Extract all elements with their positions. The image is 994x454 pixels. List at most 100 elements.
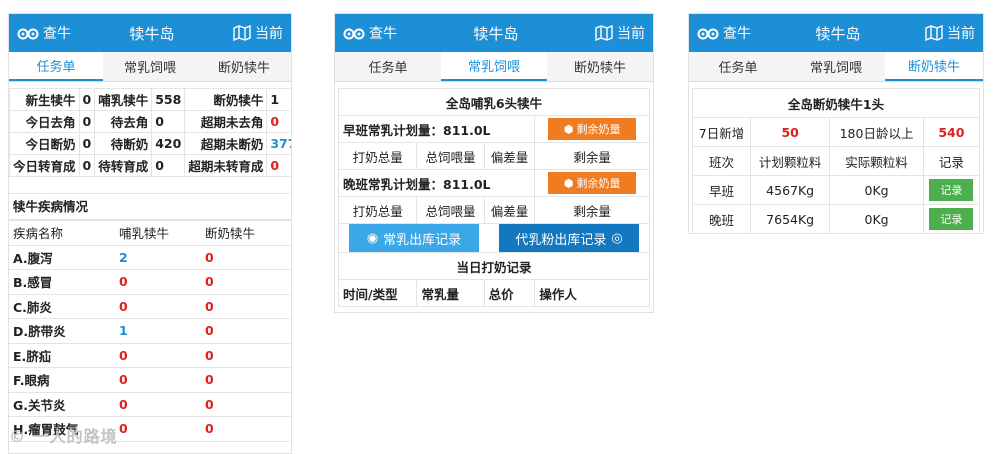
morning-remain-button[interactable]: ⬢ 剩余奶量	[548, 118, 637, 140]
milk-outbound-record-button[interactable]: ◉ 常乳出库记录	[349, 224, 479, 252]
disease-name: F.眼病	[9, 367, 115, 393]
disease-name: B.感冒	[9, 269, 115, 295]
check-cow-button[interactable]: 查牛	[697, 23, 751, 43]
remain-label: 剩余奶量	[576, 124, 621, 136]
new7-value: 50	[749, 117, 831, 147]
weaned-table: 全岛断奶犊牛1头 7日新增 50 180日龄以上 540 班次 计划颗粒料 实际…	[692, 88, 981, 233]
nursing-count-link[interactable]: 2	[115, 244, 201, 270]
shift-name: 早班	[692, 175, 751, 205]
planned-feed: 4567Kg	[749, 175, 831, 205]
weaned-content: 全岛断奶犊牛1头 7日新增 50 180日龄以上 540 班次 计划颗粒料 实际…	[689, 82, 983, 233]
disease-name: A.腹泻	[9, 244, 115, 270]
stat-value-alert: 0	[266, 154, 291, 177]
column-header: 疾病名称	[9, 220, 115, 246]
weaned-count: 0	[201, 269, 291, 295]
tab-milk-feeding[interactable]: 常乳饲喂	[103, 52, 197, 81]
watermark-icon: ©	[9, 427, 26, 446]
current-button[interactable]: 当前	[233, 23, 283, 43]
column-header: 总价	[483, 279, 536, 307]
nursing-count: 0	[115, 367, 201, 393]
morning-plan: 早班常乳计划量：811.0L	[337, 115, 536, 143]
stat-value-link[interactable]: 377	[266, 132, 291, 155]
stat-label: 超期未断奶	[184, 132, 268, 155]
stat-value: 0	[151, 154, 186, 177]
app-header: 查牛 犊牛岛 当前	[335, 14, 653, 52]
column-header: 常乳量	[416, 279, 485, 307]
current-button[interactable]: 当前	[925, 23, 975, 43]
table-row: 今日转育成 0 待转育成 0 超期未转育成 0	[9, 154, 291, 177]
map-icon	[595, 25, 613, 41]
stat-label: 今日转育成	[9, 154, 80, 177]
page-title: 犊牛岛	[815, 24, 861, 43]
tab-task-list[interactable]: 任务单	[689, 52, 787, 81]
tab-weaned-calves[interactable]: 断奶犊牛	[547, 52, 653, 81]
table-row: 早班 4567Kg 0Kg 记录	[692, 175, 981, 205]
planned-feed: 7654Kg	[749, 204, 831, 233]
tab-task-list[interactable]: 任务单	[335, 52, 441, 81]
table-row: 7日新增 50 180日龄以上 540	[692, 117, 981, 147]
tab-weaned-calves[interactable]: 断奶犊牛	[885, 52, 983, 81]
feeding-summary: 全岛哺乳6头犊牛	[338, 88, 650, 116]
check-cow-label: 查牛	[723, 26, 751, 42]
column-header: 计划颗粒料	[749, 146, 831, 176]
tab-task-list[interactable]: 任务单	[9, 52, 103, 81]
disease-name: D.脐带炎	[9, 318, 115, 344]
table-row: E.脐疝 0 0	[9, 342, 291, 368]
table-row: B.感冒 0 0	[9, 269, 291, 295]
stat-label: 超期未去角	[184, 110, 268, 133]
weaned-count: 0	[201, 367, 291, 393]
nursing-count: 0	[115, 342, 201, 368]
new7-label: 7日新增	[692, 117, 751, 147]
age180-value: 540	[922, 117, 981, 147]
stats-table: 新生犊牛 0 哺乳犊牛 558 断奶犊牛 1 今日去角 0 待去角 0 超期未去…	[9, 88, 291, 177]
record-cell: 记录	[922, 204, 981, 233]
button-cell: ◉ 常乳出库记录 代乳粉出库记录 ◎	[338, 223, 650, 253]
map-icon	[233, 25, 251, 41]
table-row: 全岛断奶犊牛1头	[692, 88, 980, 118]
stat-value: 1	[266, 88, 291, 111]
column-header: 断奶犊牛	[201, 220, 291, 246]
morning-record-button[interactable]: 记录	[929, 179, 974, 201]
table-row: 今日断奶 0 待断奶 420 超期未断奶 377	[9, 132, 291, 155]
table-row: F.眼病 0 0	[9, 367, 291, 393]
record-title: 当日打奶记录	[338, 252, 650, 280]
stat-value: 558	[151, 88, 186, 111]
check-cow-label: 查牛	[43, 26, 71, 42]
actual-feed: 0Kg	[829, 204, 924, 233]
current-label: 当前	[617, 26, 645, 42]
evening-record-button[interactable]: 记录	[929, 208, 974, 230]
disease-name: G.关节炎	[9, 391, 115, 417]
nursing-count-link[interactable]: 1	[115, 318, 201, 344]
binoculars-icon	[697, 28, 719, 40]
watermark: © 一人的路境	[9, 423, 118, 447]
table-row: 晚班 7654Kg 0Kg 记录	[692, 204, 981, 233]
check-cow-button[interactable]: 查牛	[17, 23, 71, 43]
column-header: 记录	[922, 146, 981, 176]
column-header: 偏差量	[483, 142, 536, 170]
disease-section: 犊牛疾病情况 疾病名称 哺乳犊牛 断奶犊牛 A.腹泻 2 0 B.感冒 0 0 C.肺炎…	[9, 193, 291, 442]
check-cow-button[interactable]: 查牛	[343, 23, 397, 43]
stat-label: 今日断奶	[9, 132, 80, 155]
button-group: ◉ 常乳出库记录 代乳粉出库记录 ◎	[339, 224, 649, 252]
disease-table: 疾病名称 哺乳犊牛 断奶犊牛 A.腹泻 2 0 B.感冒 0 0 C.肺炎 0 0 D.脐带…	[9, 220, 291, 442]
feeding-table: 全岛哺乳6头犊牛 早班常乳计划量：811.0L ⬢ 剩余奶量 打奶总量 总饲喂量…	[337, 88, 650, 307]
tab-milk-feeding[interactable]: 常乳饲喂	[787, 52, 885, 81]
evening-remain-button[interactable]: ⬢ 剩余奶量	[548, 172, 637, 194]
app-header: 查牛 犊牛岛 当前	[689, 14, 983, 52]
watermark-text: 一人的路境	[32, 427, 118, 446]
stat-value-alert: 0	[266, 110, 291, 133]
page-title: 犊牛岛	[129, 24, 175, 43]
stat-value: 0	[78, 88, 96, 111]
table-row: 今日去角 0 待去角 0 超期未去角 0	[9, 110, 291, 133]
app-header: 查牛 犊牛岛 当前	[9, 14, 291, 52]
powder-outbound-record-button[interactable]: 代乳粉出库记录 ◎	[499, 224, 639, 252]
box-icon: ⬢	[563, 177, 574, 190]
current-button[interactable]: 当前	[595, 23, 645, 43]
tab-weaned-calves[interactable]: 断奶犊牛	[197, 52, 291, 81]
column-header: 总饲喂量	[416, 196, 485, 224]
tab-milk-feeding[interactable]: 常乳饲喂	[441, 52, 547, 81]
tab-bar: 任务单 常乳饲喂 断奶犊牛	[9, 52, 291, 82]
age180-label: 180日龄以上	[829, 117, 924, 147]
nursing-count: 0	[115, 293, 201, 319]
record-cell: 记录	[922, 175, 981, 205]
